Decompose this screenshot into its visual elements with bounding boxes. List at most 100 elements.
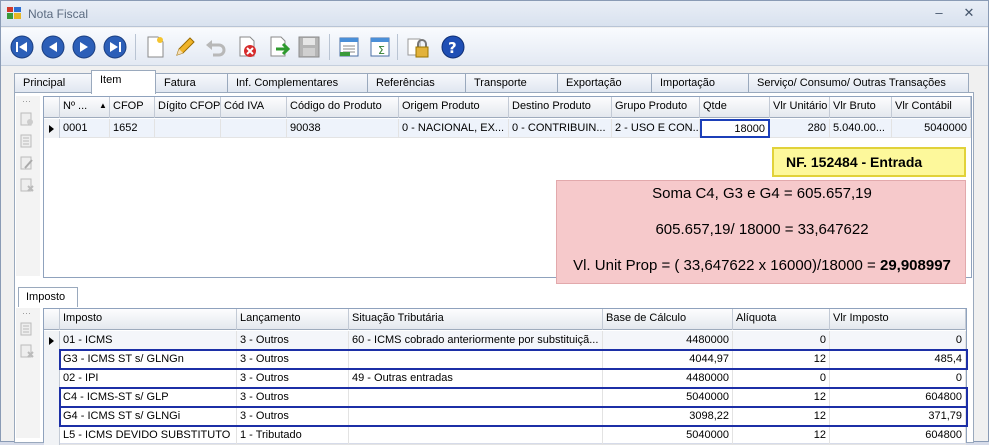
cell-imposto[interactable]: G3 - ICMS ST s/ GLNGn <box>60 350 237 369</box>
minimize-button[interactable]: ‒ <box>929 5 949 21</box>
cell-lancamento[interactable]: 3 - Outros <box>237 369 349 388</box>
cell-vlr-imposto[interactable]: 371,79 <box>830 407 966 426</box>
new-button[interactable] <box>140 32 170 62</box>
header-numero[interactable]: Nº ... ▲ <box>60 97 110 118</box>
header-origem-produto[interactable]: Origem Produto <box>399 97 509 118</box>
table-row[interactable]: 02 - IPI 3 - Outros 49 - Outras entradas… <box>44 369 966 388</box>
cell-vlr-imposto[interactable]: 604800 <box>830 426 966 445</box>
header-base-calculo[interactable]: Base de Cálculo <box>603 309 733 330</box>
header-digito-cfop[interactable]: Dígito CFOP <box>155 97 221 118</box>
header-vlr-bruto[interactable]: Vlr Bruto <box>830 97 892 118</box>
list-record-icon[interactable] <box>20 322 34 336</box>
cell-grupo-produto[interactable]: 2 - USO E CON... <box>612 119 700 138</box>
add-record-icon[interactable] <box>20 112 34 126</box>
cell-aliquota[interactable]: 12 <box>733 426 830 445</box>
cell-situacao-tributaria[interactable]: 49 - Outras entradas <box>349 369 603 388</box>
cell-base-calculo[interactable]: 3098,22 <box>603 407 733 426</box>
cell-vlr-contabil[interactable]: 5040000 <box>892 119 971 138</box>
cell-base-calculo[interactable]: 4480000 <box>603 331 733 350</box>
cell-numero[interactable]: 0001 <box>60 119 110 138</box>
tab-referencias[interactable]: Referências <box>367 73 466 93</box>
edit-button[interactable] <box>170 32 200 62</box>
header-vlr-unitario[interactable]: Vlr Unitário <box>770 97 830 118</box>
header-lancamento[interactable]: Lançamento <box>237 309 349 330</box>
cell-lancamento[interactable]: 1 - Tributado <box>237 426 349 445</box>
cell-vlr-imposto[interactable]: 0 <box>830 369 966 388</box>
cell-aliquota[interactable]: 0 <box>733 331 830 350</box>
tab-imposto[interactable]: Imposto <box>18 287 78 307</box>
edit-record-icon[interactable] <box>20 156 34 170</box>
cell-imposto[interactable]: L5 - ICMS DEVIDO SUBSTITUTO <box>60 426 237 445</box>
undo-button[interactable] <box>201 32 231 62</box>
cell-situacao-tributaria[interactable] <box>349 388 603 407</box>
cell-base-calculo[interactable]: 4480000 <box>603 369 733 388</box>
tab-inf-complementares[interactable]: Inf. Complementares <box>227 73 368 93</box>
header-codigo-produto[interactable]: Código do Produto <box>287 97 399 118</box>
help-button[interactable]: ? <box>438 32 468 62</box>
table-row[interactable]: C4 - ICMS-ST s/ GLP 3 - Outros 5040000 1… <box>44 388 966 407</box>
cell-situacao-tributaria[interactable] <box>349 350 603 369</box>
header-destino-produto[interactable]: Destino Produto <box>509 97 612 118</box>
last-record-button[interactable] <box>100 32 130 62</box>
cell-cfop[interactable]: 1652 <box>110 119 155 138</box>
cell-vlr-bruto[interactable]: 5.040.00... <box>830 119 892 138</box>
previous-record-button[interactable] <box>38 32 68 62</box>
cell-aliquota[interactable]: 12 <box>733 388 830 407</box>
cell-origem-produto[interactable]: 0 - NACIONAL, EX... <box>399 119 509 138</box>
first-record-button[interactable] <box>7 32 37 62</box>
sum-report-button[interactable]: Σ <box>365 32 395 62</box>
delete-record-icon[interactable] <box>20 344 34 358</box>
table-row[interactable]: 01 - ICMS 3 - Outros 60 - ICMS cobrado a… <box>44 331 966 350</box>
header-situacao-tributaria[interactable]: Situação Tributária <box>349 309 603 330</box>
cell-lancamento[interactable]: 3 - Outros <box>237 388 349 407</box>
cell-codigo-produto[interactable]: 90038 <box>287 119 399 138</box>
cell-situacao-tributaria[interactable]: 60 - ICMS cobrado anteriormente por subs… <box>349 331 603 350</box>
cell-situacao-tributaria[interactable] <box>349 426 603 445</box>
header-vlr-imposto[interactable]: Vlr Imposto <box>830 309 966 330</box>
cell-lancamento[interactable]: 3 - Outros <box>237 350 349 369</box>
confirm-button[interactable] <box>263 32 293 62</box>
table-row[interactable]: L5 - ICMS DEVIDO SUBSTITUTO 1 - Tributad… <box>44 426 966 445</box>
tab-importacao[interactable]: Importação <box>651 73 749 93</box>
cell-qtde[interactable]: 18000 <box>700 119 770 138</box>
cell-vlr-imposto[interactable]: 485,4 <box>830 350 966 369</box>
cell-lancamento[interactable]: 3 - Outros <box>237 331 349 350</box>
tab-principal[interactable]: Principal <box>14 73 92 93</box>
tab-fatura[interactable]: Fatura <box>155 73 228 93</box>
header-cod-iva[interactable]: Cód IVA <box>221 97 287 118</box>
cell-aliquota[interactable]: 12 <box>733 350 830 369</box>
tab-transporte[interactable]: Transporte <box>465 73 558 93</box>
cell-vlr-imposto[interactable]: 0 <box>830 331 966 350</box>
cell-aliquota[interactable]: 12 <box>733 407 830 426</box>
close-button[interactable]: ✕ <box>959 5 979 21</box>
table-row[interactable]: G3 - ICMS ST s/ GLNGn 3 - Outros 4044,97… <box>44 350 966 369</box>
cell-base-calculo[interactable]: 5040000 <box>603 426 733 445</box>
tab-servico-consumo[interactable]: Serviço/ Consumo/ Outras Transações <box>748 73 969 93</box>
cell-destino-produto[interactable]: 0 - CONTRIBUIN... <box>509 119 612 138</box>
cell-imposto[interactable]: G4 - ICMS ST s/ GLNGi <box>60 407 237 426</box>
next-record-button[interactable] <box>69 32 99 62</box>
header-vlr-contabil[interactable]: Vlr Contábil <box>892 97 971 118</box>
delete-record-icon[interactable] <box>20 178 34 192</box>
cell-vlr-unitario[interactable]: 280 <box>770 119 830 138</box>
table-row[interactable]: G4 - ICMS ST s/ GLNGi 3 - Outros 3098,22… <box>44 407 966 426</box>
header-aliquota[interactable]: Alíquota <box>733 309 830 330</box>
lock-button[interactable] <box>402 32 432 62</box>
cell-imposto[interactable]: 01 - ICMS <box>60 331 237 350</box>
report-button[interactable] <box>334 32 364 62</box>
cell-digito-cfop[interactable] <box>155 119 221 138</box>
cell-base-calculo[interactable]: 5040000 <box>603 388 733 407</box>
header-qtde[interactable]: Qtde <box>700 97 770 118</box>
table-row[interactable]: 0001 1652 90038 0 - NACIONAL, EX... 0 - … <box>44 119 971 138</box>
tab-item[interactable]: Item <box>91 70 156 94</box>
cell-lancamento[interactable]: 3 - Outros <box>237 407 349 426</box>
cell-situacao-tributaria[interactable] <box>349 407 603 426</box>
header-cfop[interactable]: CFOP <box>110 97 155 118</box>
header-imposto[interactable]: Imposto <box>60 309 237 330</box>
cell-aliquota[interactable]: 0 <box>733 369 830 388</box>
header-grupo-produto[interactable]: Grupo Produto <box>612 97 700 118</box>
save-button[interactable] <box>294 32 324 62</box>
cell-base-calculo[interactable]: 4044,97 <box>603 350 733 369</box>
tab-exportacao[interactable]: Exportação <box>557 73 652 93</box>
cell-imposto[interactable]: C4 - ICMS-ST s/ GLP <box>60 388 237 407</box>
